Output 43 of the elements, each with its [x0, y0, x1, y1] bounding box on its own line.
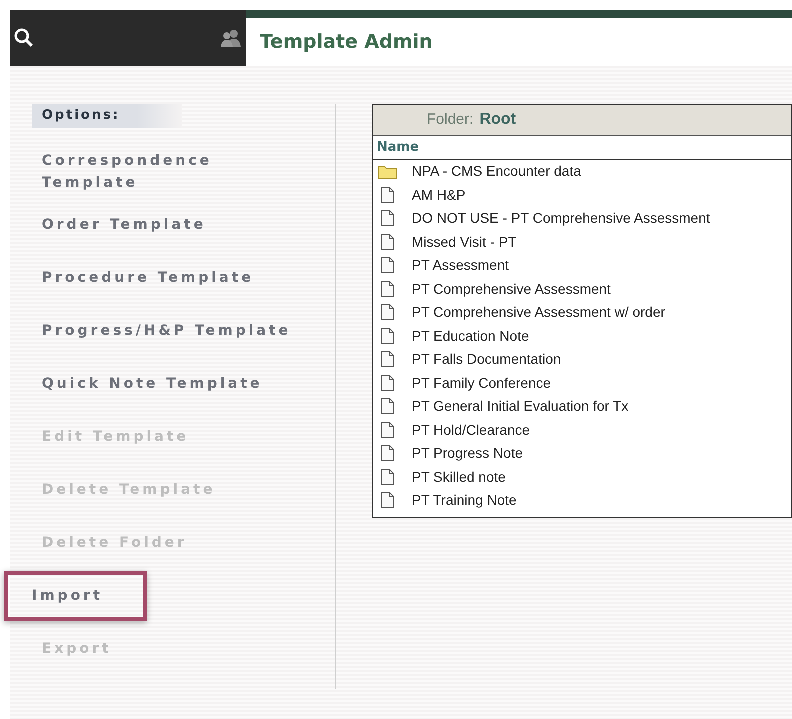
option-link[interactable]: Quick Note Template: [32, 373, 273, 395]
option-link[interactable]: Procedure Template: [32, 267, 264, 289]
folder-name[interactable]: NPA - CMS Encounter data: [412, 161, 582, 182]
document-icon: [381, 304, 395, 322]
folder-icon: [378, 164, 398, 180]
folder-label: Folder:: [427, 110, 474, 130]
document-icon: [381, 422, 395, 439]
document-icon: [381, 186, 395, 204]
folder-name: Root: [480, 110, 516, 130]
template-name[interactable]: PT General Initial Evaluation for Tx: [412, 396, 629, 418]
document-icon: [381, 234, 395, 251]
template-name[interactable]: PT Education Note: [412, 326, 530, 347]
column-header[interactable]: Name: [377, 138, 420, 158]
document-icon: [381, 210, 395, 228]
document-icon: [381, 398, 395, 416]
document-icon: [381, 257, 395, 274]
document-icon: [381, 468, 395, 486]
document-icon: [381, 280, 395, 298]
template-name[interactable]: PT Assessment: [412, 255, 510, 276]
template-name[interactable]: PT Skilled note: [412, 466, 506, 488]
page-title: Template Admin: [260, 30, 433, 55]
template-name[interactable]: DO NOT USE - PT Comprehensive Assessment: [412, 208, 710, 230]
template-name[interactable]: PT Comprehensive Assessment: [412, 278, 611, 300]
template-name[interactable]: AM H&P: [412, 184, 466, 206]
option-link[interactable]: Import: [4, 571, 148, 621]
template-name[interactable]: PT Comprehensive Assessment w/ order: [412, 302, 666, 324]
template-name[interactable]: PT Hold/Clearance: [412, 420, 530, 441]
option-link[interactable]: Correspondence Template: [32, 150, 302, 194]
document-icon: [381, 351, 395, 368]
options-heading: Options:: [32, 104, 182, 128]
template-name[interactable]: Missed Visit - PT: [412, 232, 517, 253]
option-link[interactable]: Order Template: [32, 214, 216, 236]
template-name[interactable]: PT Falls Documentation: [412, 349, 562, 370]
option-link[interactable]: Progress/H&P Template: [32, 320, 302, 342]
document-icon: [381, 492, 395, 510]
template-name[interactable]: PT Family Conference: [412, 372, 552, 394]
template-name[interactable]: PT Training Note: [412, 490, 517, 512]
document-icon: [381, 328, 395, 345]
template-name[interactable]: PT Progress Note: [412, 443, 524, 464]
document-icon: [381, 445, 395, 462]
users-icon[interactable]: [220, 29, 242, 47]
search-icon[interactable]: [14, 28, 34, 48]
document-icon: [381, 374, 395, 392]
